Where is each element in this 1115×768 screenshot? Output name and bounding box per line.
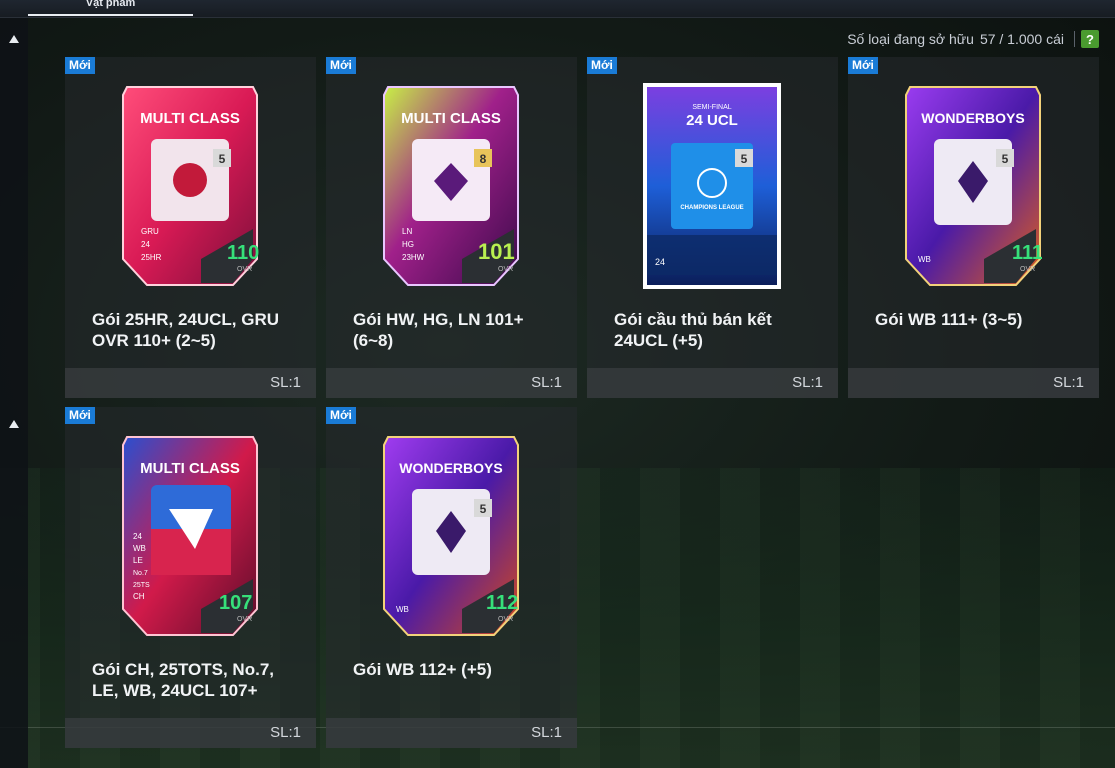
new-badge: Mới [326,57,356,74]
pack-ovr: 111 [1012,242,1042,264]
item-footer: SL:1 [848,368,1099,398]
help-button[interactable]: ? [1081,30,1099,48]
item-grid: Mới 5 MULTI CLASS GRU 24 25HR 110 OVR Gó… [65,57,1105,757]
pack-tag: 24 [133,532,142,541]
item-name: Gói WB 112+ (+5) [353,660,492,679]
item-name: Gói HW, HG, LN 101+ (6~8) [353,310,524,350]
pack-ovr-label: OVR [237,616,252,623]
pack-number: 5 [1002,152,1009,166]
pack-tag: CH [133,592,145,601]
pack-ovr: 101 [478,239,515,264]
item-name: Gói cầu thủ bán kết 24UCL (+5) [614,310,772,350]
item-footer: SL:1 [587,368,838,398]
pack-ovr-label: OVR [1020,266,1035,273]
pack-tag: WB [133,544,146,553]
pack-image: MULTI CLASS 24 WB LE No.7 25TS CH 107 OV… [121,429,259,641]
pack-tag: HG [402,240,414,249]
pack-number: 5 [219,152,226,166]
pack-title: MULTI CLASS [401,110,501,127]
pack-ovr-label: OVR [498,616,513,623]
item-footer: SL:1 [65,368,316,398]
top-tab-bar: Vật phẩm [0,0,1115,18]
item-quantity: SL:1 [792,374,823,391]
ownership-info: Số loại đang sở hữu 57 / 1.000 cái ? [847,29,1099,49]
item-card[interactable]: Mới CHAMPIONS LEAGUE 5 SEMI-FINAL 24 UCL [587,57,838,398]
pack-ovr: 107 [219,592,252,614]
pack-image: 5 WONDERBOYS WB 112 OVR [382,429,520,641]
pack-tag: 24 [141,240,150,249]
item-card[interactable]: Mới 5 WONDERBOYS WB 111 OVR Gói WB 111+ … [848,57,1099,398]
new-badge: Mới [587,57,617,74]
pack-league: CHAMPIONS LEAGUE [680,205,743,211]
scroll-up-arrow-icon-2[interactable] [0,413,28,435]
item-quantity: SL:1 [531,724,562,741]
item-card[interactable]: Mới 5 WONDERBOYS WB 112 OVR Gói WB 112+ … [326,407,577,748]
ownership-label: Số loại đang sở hữu [847,31,974,47]
item-quantity: SL:1 [1053,374,1084,391]
item-card[interactable]: Mới MULTI CLASS 24 WB LE No.7 25TS CH 10… [65,407,316,748]
pack-tag: No.7 [133,570,148,577]
pack-image: CHAMPIONS LEAGUE 5 SEMI-FINAL 24 UCL 24 [643,79,781,291]
pack-ovr: 110 [227,242,259,264]
pack-image: 8 MULTI CLASS LN HG 23HW 101 OVR [382,79,520,291]
item-name: Gói WB 111+ (3~5) [875,310,1023,329]
item-footer: SL:1 [65,718,316,748]
pack-ovr: 112 [486,592,518,614]
new-badge: Mới [65,57,95,74]
pack-title: MULTI CLASS [140,460,240,477]
pack-image: 5 MULTI CLASS GRU 24 25HR 110 OVR [121,79,259,291]
new-badge: Mới [326,407,356,424]
pack-title: WONDERBOYS [399,460,502,476]
pack-number: 5 [480,502,487,516]
ownership-value: 57 / 1.000 cái [979,31,1064,47]
pack-title: 24 UCL [686,112,738,129]
pack-tag: WB [396,605,409,614]
pack-number: 8 [480,152,487,166]
pack-tag: GRU [141,227,159,236]
scroll-up-arrow-icon[interactable] [0,28,28,50]
pack-title: MULTI CLASS [140,110,240,127]
item-card[interactable]: Mới 5 MULTI CLASS GRU 24 25HR 110 OVR Gó… [65,57,316,398]
pack-tag: 25HR [141,253,162,262]
pack-tag: WB [918,255,931,264]
pack-tag: LE [133,556,143,565]
item-footer: SL:1 [326,368,577,398]
pack-ovr-label: OVR [498,266,513,273]
pack-tag: 24 [655,257,665,267]
new-badge: Mới [848,57,878,74]
divider [1074,31,1075,47]
item-footer: SL:1 [326,718,577,748]
new-badge: Mới [65,407,95,424]
pack-ovr-label: OVR [237,266,252,273]
pack-tag: LN [402,227,412,236]
pack-tag: 25TS [133,582,150,589]
item-name: Gói 25HR, 24UCL, GRU OVR 110+ (2~5) [92,310,280,350]
pack-subtitle: SEMI-FINAL [692,104,731,111]
item-card[interactable]: Mới 8 MULTI CLASS LN HG 23HW 101 OVR Gói… [326,57,577,398]
pack-number: 5 [741,152,748,166]
pack-title: WONDERBOYS [921,110,1024,126]
item-quantity: SL:1 [270,724,301,741]
pack-tag: 23HW [402,253,425,262]
tab-items[interactable]: Vật phẩm [28,0,193,16]
item-quantity: SL:1 [531,374,562,391]
left-rail [0,18,28,768]
pack-image: 5 WONDERBOYS WB 111 OVR [904,79,1042,291]
item-name: Gói CH, 25TOTS, No.7, LE, WB, 24UCL 107+ [92,660,274,700]
item-quantity: SL:1 [270,374,301,391]
